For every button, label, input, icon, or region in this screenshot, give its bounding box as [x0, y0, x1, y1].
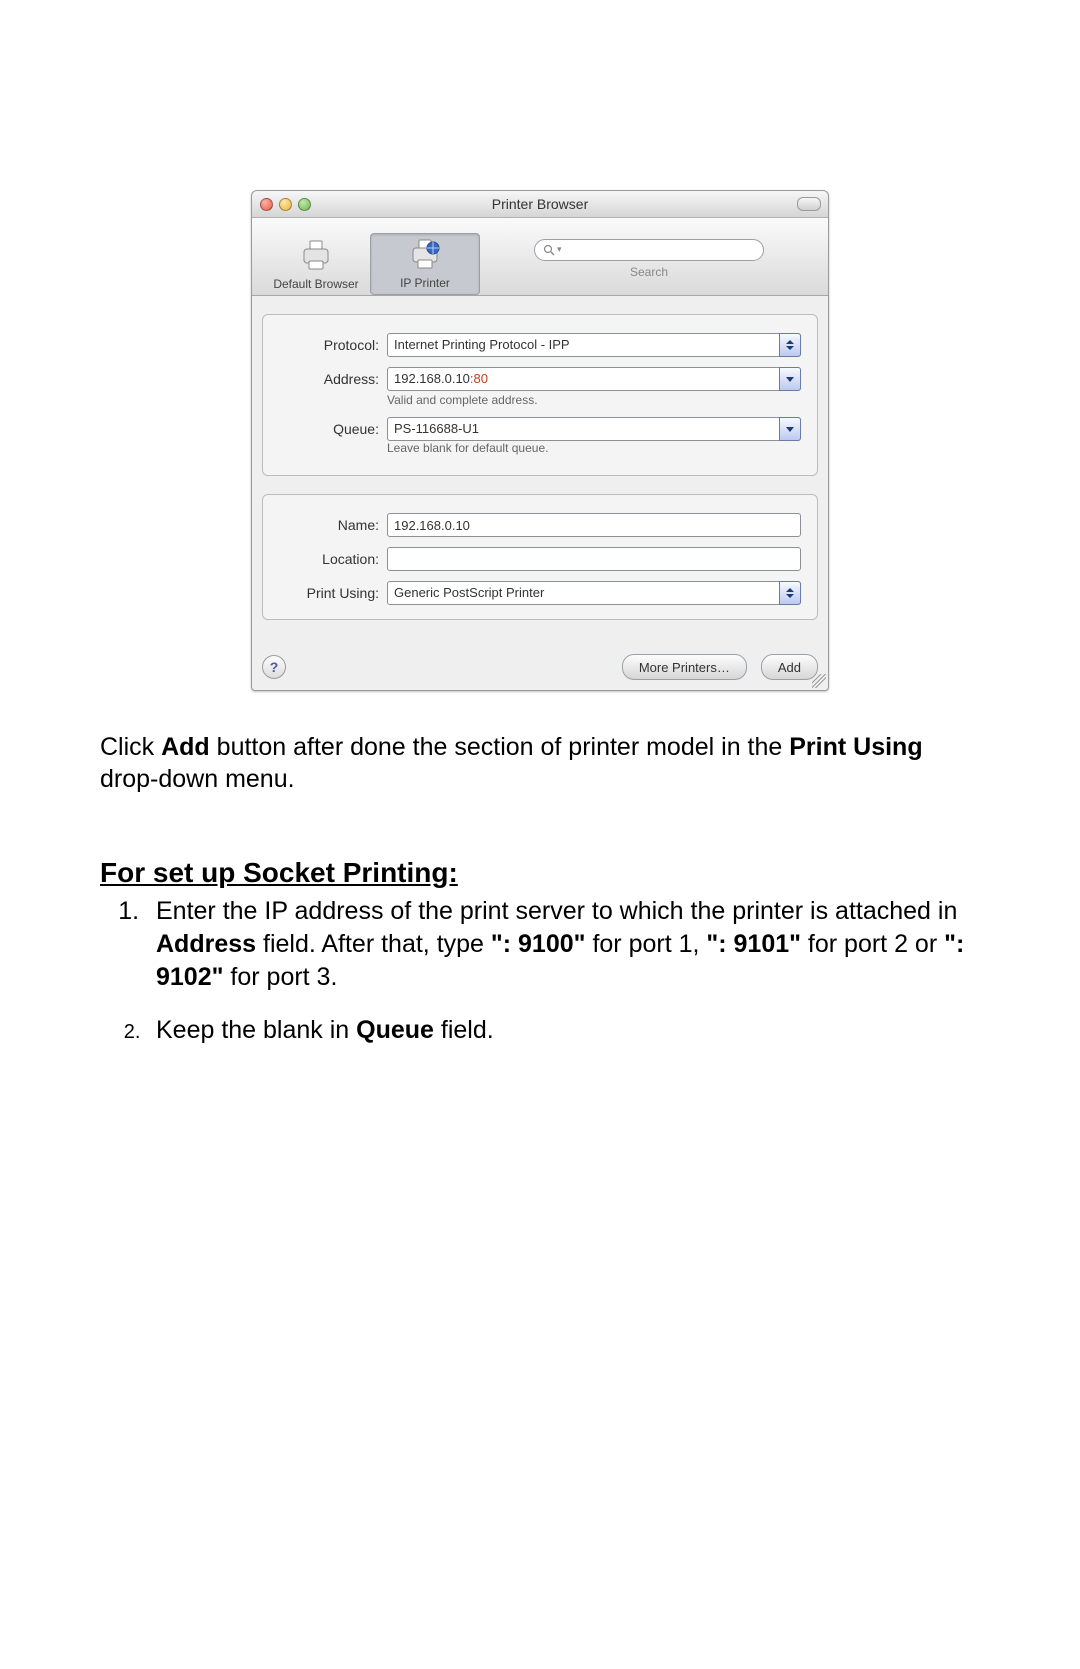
select-arrows-icon[interactable] [779, 333, 801, 357]
name-field[interactable] [387, 513, 801, 537]
resize-grip-icon[interactable] [812, 674, 826, 688]
search-label: Search [630, 265, 668, 279]
address-hint: Valid and complete address. [387, 393, 801, 407]
print-using-select[interactable]: Generic PostScript Printer [387, 581, 801, 605]
toolbar-pill-icon[interactable] [797, 197, 821, 211]
dropdown-arrow-icon[interactable] [779, 367, 801, 391]
queue-label: Queue: [279, 421, 387, 437]
connection-panel: Protocol: Internet Printing Protocol - I… [262, 314, 818, 476]
location-field[interactable] [387, 547, 801, 571]
dropdown-arrow-icon[interactable] [779, 417, 801, 441]
name-label: Name: [279, 517, 387, 533]
location-label: Location: [279, 551, 387, 567]
more-printers-button[interactable]: More Printers… [622, 654, 747, 680]
search-input[interactable]: ▾ [534, 239, 764, 261]
queue-hint: Leave blank for default queue. [387, 441, 801, 455]
queue-field[interactable]: PS-116688-U1 [387, 417, 801, 441]
printer-browser-window: Printer Browser Default Browser [251, 190, 829, 691]
window-titlebar: Printer Browser [252, 191, 828, 218]
help-button[interactable]: ? [262, 655, 286, 679]
step-1: Enter the IP address of the print server… [146, 895, 980, 994]
address-field[interactable]: 192.168.0.10:80 [387, 367, 801, 391]
ip-printer-button[interactable]: IP Printer [370, 233, 480, 295]
steps-list: Enter the IP address of the print server… [100, 895, 980, 1047]
printer-browser-screenshot: Printer Browser Default Browser [100, 190, 980, 691]
default-browser-button[interactable]: Default Browser [262, 235, 370, 295]
section-heading: For set up Socket Printing: [100, 855, 980, 891]
window-title: Printer Browser [252, 196, 828, 212]
ip-printer-icon [371, 234, 479, 274]
printer-icon [262, 235, 370, 275]
print-using-label: Print Using: [279, 585, 387, 601]
document-body: Click Add button after done the section … [100, 731, 980, 1047]
step-2: Keep the blank in Queue field. [146, 1014, 980, 1047]
address-label: Address: [279, 371, 387, 387]
printer-info-panel: Name: Location: Print Using: Generic Pos… [262, 494, 818, 620]
add-button[interactable]: Add [761, 654, 818, 680]
search-icon [543, 244, 555, 256]
select-arrows-icon[interactable] [779, 581, 801, 605]
protocol-label: Protocol: [279, 337, 387, 353]
paragraph-1: Click Add button after done the section … [100, 731, 980, 795]
toolbar: Default Browser IP Printer [252, 218, 828, 296]
protocol-select[interactable]: Internet Printing Protocol - IPP [387, 333, 801, 357]
